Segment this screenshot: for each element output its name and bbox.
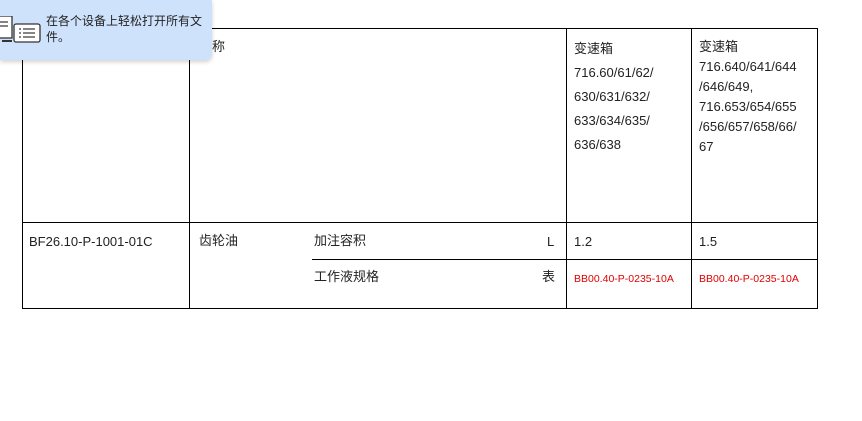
- devices-icon: [0, 15, 46, 51]
- fluid-spec-link-a[interactable]: BB00.40-P-0235-10A: [574, 269, 674, 289]
- part-number: BF26.10-P-1001-01C: [29, 234, 153, 249]
- item-name: 齿轮油: [199, 234, 239, 249]
- fill-volume-value-a: 1.2: [574, 234, 593, 249]
- fill-volume-value-b: 1.5: [699, 234, 718, 249]
- column-divider: [691, 29, 692, 308]
- column-divider: [189, 29, 190, 308]
- fluid-spec-unit: 表: [542, 270, 556, 285]
- fill-volume-label: 加注容积: [314, 234, 367, 249]
- notification-toast[interactable]: 在各个设备上轻松打开所有文件。: [0, 0, 212, 60]
- row-divider: [23, 222, 817, 223]
- header-gearbox-a: 变速箱 716.60/61/62/ 630/631/632/ 633/634/6…: [574, 41, 654, 152]
- notification-message: 在各个设备上轻松打开所有文件。: [46, 14, 203, 44]
- header-gearbox-b: 变速箱 716.640/641/644 /646/649, 716.653/65…: [699, 39, 797, 154]
- fluid-spec-label: 工作液规格: [314, 270, 380, 285]
- spec-table: 编号 名称 变速箱 716.60/61/62/ 630/631/632/ 633…: [22, 28, 818, 309]
- column-divider: [566, 29, 567, 308]
- fill-volume-unit: L: [547, 234, 555, 249]
- fluid-spec-link-b[interactable]: BB00.40-P-0235-10A: [699, 269, 799, 289]
- row-divider: [312, 259, 817, 260]
